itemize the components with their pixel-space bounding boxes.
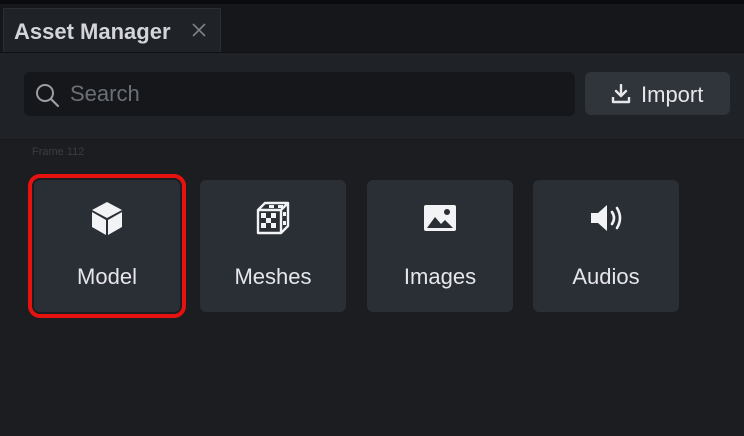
- search-icon: [34, 82, 60, 108]
- card-label-audios: Audios: [572, 264, 640, 289]
- toolbar: Import: [0, 53, 744, 140]
- search-input[interactable]: [70, 72, 560, 116]
- frame-label: Frame 112: [32, 146, 85, 158]
- volume-icon: [588, 200, 624, 236]
- card-label-images: Images: [403, 264, 477, 289]
- image-icon: [422, 200, 458, 236]
- tab-bar: Asset Manager: [0, 4, 744, 53]
- card-label-model: Model: [77, 264, 137, 289]
- asset-card-audios[interactable]: Audios: [533, 180, 679, 312]
- card-label-meshes: Meshes: [234, 264, 312, 289]
- asset-content-area: Frame 112 Model Meshes Images Audios: [0, 140, 744, 436]
- close-icon[interactable]: [190, 21, 208, 39]
- cube-icon: [89, 200, 125, 236]
- search-box[interactable]: [24, 72, 575, 116]
- import-button[interactable]: Import: [585, 72, 730, 115]
- asset-card-images[interactable]: Images: [367, 180, 513, 312]
- tab-asset-manager[interactable]: Asset Manager: [3, 8, 221, 52]
- dice-icon: [255, 200, 291, 236]
- asset-card-model[interactable]: Model: [28, 174, 186, 318]
- download-icon: [611, 83, 631, 104]
- asset-card-meshes[interactable]: Meshes: [200, 180, 346, 312]
- tab-title: Asset Manager: [14, 19, 171, 44]
- import-label: Import: [641, 82, 704, 107]
